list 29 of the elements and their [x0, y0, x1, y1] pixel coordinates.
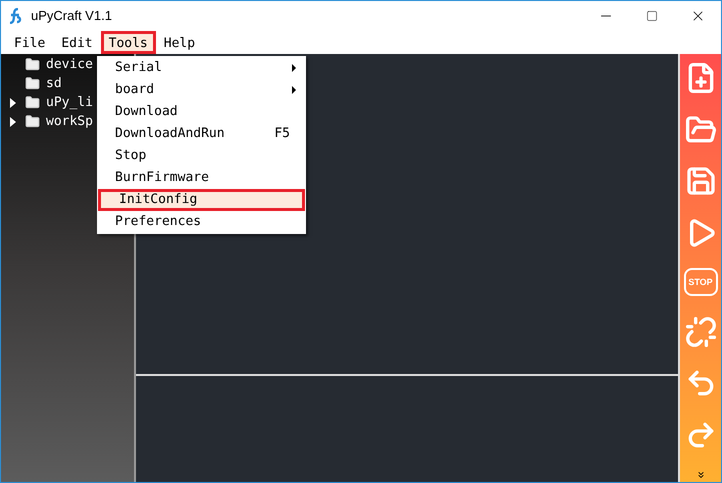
open-folder-icon[interactable]	[684, 114, 716, 146]
maximize-icon[interactable]	[646, 10, 658, 22]
dropdown-item[interactable]: BurnFirmware	[97, 167, 306, 189]
dropdown-item[interactable]: board	[97, 79, 306, 101]
folder-icon	[25, 95, 40, 110]
folder-icon	[25, 57, 40, 72]
menu-item[interactable]: Help	[156, 31, 204, 54]
tree-item[interactable]: sd	[46, 74, 62, 94]
dropdown-item[interactable]: Stop	[97, 145, 306, 167]
window-title: uPyCraft V1.1	[31, 7, 112, 26]
menu-item[interactable]: Tools	[100, 31, 156, 54]
save-icon[interactable]	[684, 165, 716, 197]
folder-icon	[25, 114, 40, 129]
menu-item[interactable]: Edit	[53, 31, 101, 54]
dropdown-item[interactable]: Serial	[97, 57, 306, 79]
folder-icon	[25, 76, 40, 91]
dropdown-item[interactable]: Preferences	[97, 211, 306, 233]
tree-item[interactable]: device	[46, 54, 93, 74]
broken-link-icon[interactable]	[684, 316, 716, 348]
dropdown-item[interactable]: InitConfig	[98, 189, 305, 211]
menu-item[interactable]: File	[6, 31, 54, 54]
tree-item[interactable]: workSp	[46, 112, 93, 132]
dropdown-item[interactable]: DownloadAndRun F5	[97, 123, 306, 145]
dropdown-item[interactable]: Download	[97, 101, 306, 123]
tree-item[interactable]: uPy_li	[46, 92, 93, 112]
app-logo-icon	[9, 8, 23, 24]
submenu-arrow-icon	[292, 64, 296, 72]
submenu-arrow-icon	[292, 86, 296, 94]
chevron-down-icon[interactable]	[696, 470, 706, 480]
